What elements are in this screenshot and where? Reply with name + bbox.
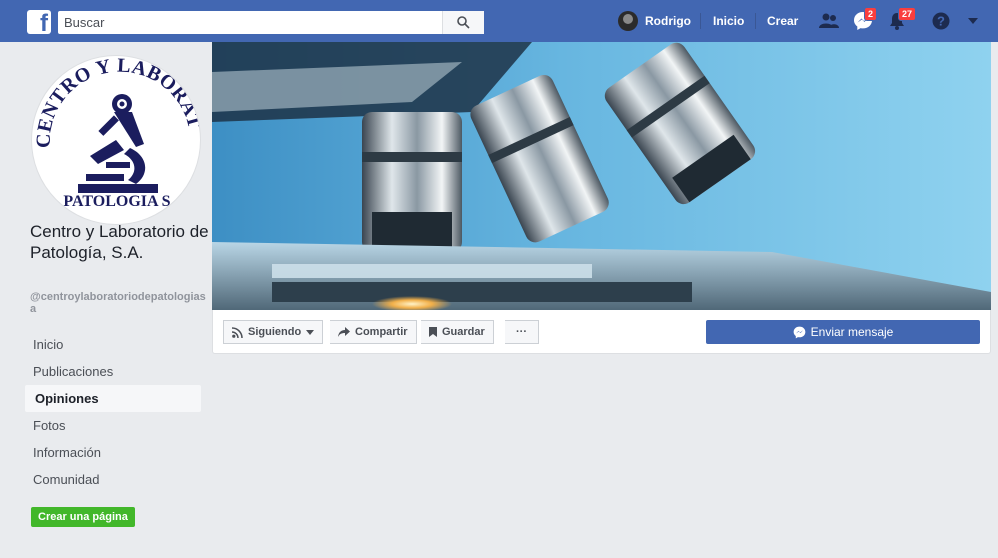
search-icon xyxy=(457,16,470,29)
sidebar-item-opiniones[interactable]: Opiniones xyxy=(25,385,201,412)
send-message-label: Enviar mensaje xyxy=(810,325,894,339)
rss-icon xyxy=(232,326,243,338)
svg-text:?: ? xyxy=(937,14,945,29)
laboratory-logo: CENTRO Y LABORATORIO PATOLOGIA S xyxy=(32,56,200,210)
page-title[interactable]: Centro y Laboratorio de Patología, S.A. xyxy=(30,221,210,263)
page-username[interactable]: @centroylaboratoriodepatologiasa xyxy=(30,291,210,315)
more-icon: ··· xyxy=(516,326,527,338)
logo-text-bottom: PATOLOGIA S xyxy=(63,193,170,210)
search-button[interactable] xyxy=(442,11,484,34)
messages-count-badge: 2 xyxy=(864,7,878,21)
user-avatar[interactable] xyxy=(618,11,638,31)
page-sidebar-nav: Inicio Publicaciones Opiniones Fotos Inf… xyxy=(25,331,201,493)
question-icon: ? xyxy=(932,12,950,30)
caret-down-icon xyxy=(968,18,978,24)
more-options-button[interactable]: ··· xyxy=(505,320,539,344)
send-message-button[interactable]: Enviar mensaje xyxy=(706,320,980,344)
help-button[interactable]: ? xyxy=(930,11,952,31)
profile-link[interactable]: Rodrigo xyxy=(645,14,691,28)
top-navigation-bar: f Rodrigo Inicio Crear 2 xyxy=(0,0,998,42)
following-button[interactable]: Siguiendo xyxy=(223,320,324,344)
sidebar-item-fotos[interactable]: Fotos xyxy=(25,412,201,439)
account-menu-button[interactable] xyxy=(962,11,984,31)
messenger-icon xyxy=(793,326,805,338)
sidebar-item-publicaciones[interactable]: Publicaciones xyxy=(25,358,201,385)
friend-requests-button[interactable] xyxy=(818,11,840,31)
share-label: Compartir xyxy=(355,326,408,338)
notifications-button[interactable]: 27 xyxy=(886,7,917,31)
sidebar-item-inicio[interactable]: Inicio xyxy=(25,331,201,358)
facebook-logo-icon[interactable]: f xyxy=(27,10,51,34)
nav-divider xyxy=(700,13,701,29)
sidebar-item-informacion[interactable]: Información xyxy=(25,439,201,466)
home-link[interactable]: Inicio xyxy=(713,14,744,28)
nav-divider xyxy=(755,13,756,29)
friends-icon xyxy=(819,13,839,28)
search-input[interactable] xyxy=(58,11,438,34)
notifications-count-badge: 27 xyxy=(898,7,917,21)
following-label: Siguiendo xyxy=(248,326,302,338)
caret-down-icon xyxy=(306,329,315,335)
cover-photo[interactable] xyxy=(212,42,991,310)
share-button[interactable]: Compartir xyxy=(330,320,417,344)
save-button[interactable]: Guardar xyxy=(421,320,494,344)
search-box xyxy=(58,11,484,34)
save-label: Guardar xyxy=(442,326,485,338)
page-profile-picture[interactable]: CENTRO Y LABORATORIO PATOLOGIA S xyxy=(31,55,201,225)
create-page-button[interactable]: Crear una página xyxy=(31,507,135,527)
create-link[interactable]: Crear xyxy=(767,14,798,28)
sidebar-item-comunidad[interactable]: Comunidad xyxy=(25,466,201,493)
share-arrow-icon xyxy=(338,327,350,337)
bookmark-icon xyxy=(429,327,437,337)
messages-button[interactable]: 2 xyxy=(852,7,878,31)
microscope-cover-image xyxy=(212,42,991,310)
